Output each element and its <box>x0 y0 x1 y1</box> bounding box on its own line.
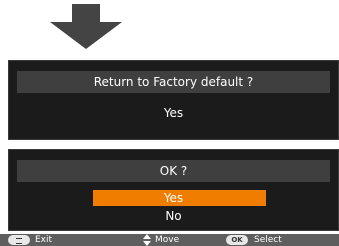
ok-button-icon: OK <box>226 235 248 245</box>
footer-exit-label: Exit <box>35 235 53 245</box>
footer-move-label: Move <box>155 235 180 245</box>
footer-exit: Exit <box>8 234 52 246</box>
factory-default-title: Return to Factory default ? <box>17 71 330 93</box>
footer-select: OK Select <box>226 234 282 246</box>
menu-button-icon <box>8 235 30 245</box>
factory-default-option-yes[interactable]: Yes <box>9 105 338 121</box>
footer-select-label: Select <box>254 235 282 245</box>
factory-default-dialog: Return to Factory default ? Yes <box>8 60 339 140</box>
confirm-option-no[interactable]: No <box>9 208 338 224</box>
footer-move: Move <box>143 234 179 246</box>
down-arrow-icon <box>50 4 122 49</box>
confirm-dialog: OK ? Yes No <box>8 149 339 231</box>
confirm-title: OK ? <box>17 160 330 182</box>
footer-bar: Exit Move OK Select <box>0 234 339 246</box>
confirm-option-yes[interactable]: Yes <box>9 190 338 206</box>
up-down-arrow-icon <box>143 234 151 246</box>
